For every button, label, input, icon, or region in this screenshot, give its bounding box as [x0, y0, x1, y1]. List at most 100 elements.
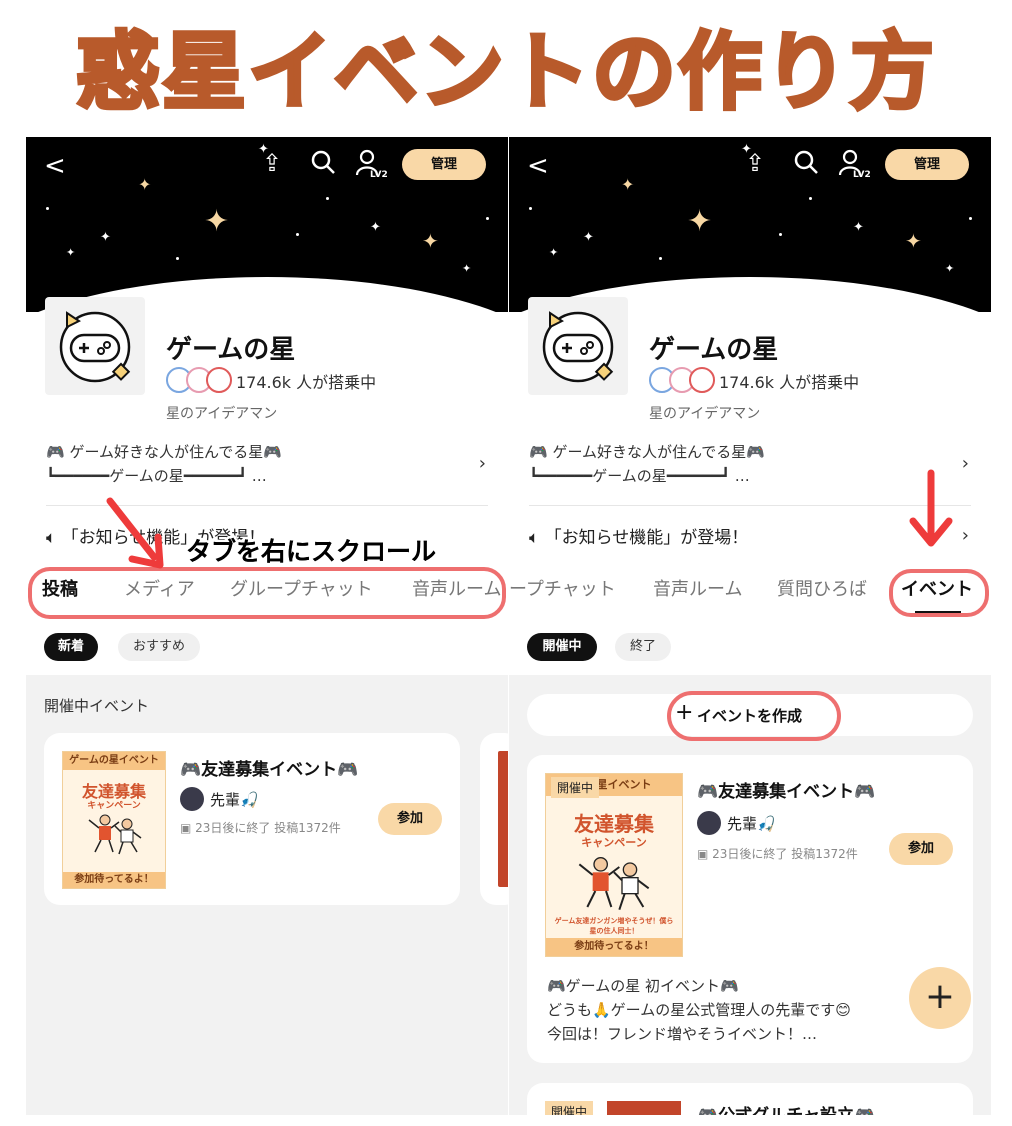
poster-subtitle: キャンペーン	[87, 801, 141, 811]
star-icon: ✦	[422, 229, 439, 253]
status-badge: 開催中	[545, 1101, 594, 1115]
event-meta-text: 23日後に終了 投稿1372件	[712, 847, 858, 861]
arrow-annotation	[909, 469, 953, 547]
left-screen: ✦ ✦ ✦ ✦ ✦ ✦ ✦ ✦ < ⇪ LV2 管理 ゲームの星 174.6k …	[26, 137, 508, 1115]
dancing-figures-illustration	[578, 856, 650, 910]
share-icon[interactable]: ⇪	[262, 149, 282, 177]
search-icon[interactable]	[310, 149, 336, 181]
arrow-annotation	[106, 497, 164, 569]
member-count: 174.6k 人が搭乗中	[236, 373, 377, 392]
event-title: 🎮友達募集イベント🎮	[697, 782, 876, 802]
poster-title: 友達募集	[574, 812, 654, 836]
calendar-icon: ▣	[180, 821, 196, 835]
chip-new[interactable]: 新着	[44, 633, 98, 661]
event-poster: ゲームの星イベント 友達募集 キャンペーン 参加待ってるよ！	[62, 751, 166, 889]
event-card-next[interactable]: 開催中 🎮公式グルチャ設立🎮	[527, 1083, 973, 1115]
event-poster-peek	[607, 1101, 681, 1115]
planet-banner: ✦ ✦ ✦ ✦ ✦ ✦ ✦ ✦ < ⇪ LV2 管理	[26, 137, 508, 312]
chevron-right-icon[interactable]: ›	[962, 525, 969, 546]
planet-owner[interactable]: 星のアイデアマン	[649, 403, 760, 423]
poster-footer: 参加待ってるよ！	[546, 938, 682, 956]
star-dot	[779, 233, 782, 236]
star-dot	[969, 217, 972, 220]
chevron-right-icon[interactable]: ›	[962, 453, 969, 474]
poster-note: ゲーム友達ガンガン増やそうぜ！僕ら星の住人同士！	[554, 917, 674, 935]
chip-recommended[interactable]: おすすめ	[118, 633, 200, 661]
status-badge: 開催中	[551, 777, 600, 798]
event-card[interactable]: 星イベント 友達募集 キャンペーン ゲーム友達ガンガン増やそうぜ！僕ら星の住人同…	[527, 755, 973, 1063]
star-icon: ✦	[549, 246, 559, 259]
star-dot	[486, 217, 489, 220]
event-card-next[interactable]	[480, 733, 508, 905]
star-icon: ✦	[945, 262, 955, 275]
tab-voice-room[interactable]: 音声ルーム	[653, 575, 742, 601]
manage-button[interactable]: 管理	[885, 149, 969, 180]
star-icon: ✦	[621, 175, 635, 194]
star-dot	[529, 207, 532, 210]
chevron-right-icon[interactable]: ›	[479, 453, 486, 474]
event-title: 🎮友達募集イベント🎮	[180, 760, 359, 780]
svg-text:LV2: LV2	[370, 170, 388, 179]
star-icon: ✦	[100, 230, 111, 245]
highlight-ring-tabs	[28, 567, 506, 619]
event-meta: ▣ 23日後に終了 投稿1372件	[697, 845, 858, 862]
event-poster: 星イベント 友達募集 キャンペーン ゲーム友達ガンガン増やそうぜ！僕ら星の住人同…	[545, 773, 683, 957]
join-button[interactable]: 参加	[889, 833, 953, 865]
chip-ended[interactable]: 終了	[615, 633, 671, 661]
star-icon: ✦	[853, 220, 864, 235]
star-icon: ✦	[687, 204, 713, 239]
poster-subtitle: キャンペーン	[581, 836, 647, 849]
star-icon: ✦	[905, 229, 922, 253]
host-avatar	[180, 787, 204, 811]
share-icon[interactable]: ⇪	[745, 149, 765, 177]
speaker-icon: 🔈︎	[529, 528, 545, 548]
star-dot	[296, 233, 299, 236]
add-fab-button[interactable]: +	[909, 967, 971, 1029]
star-icon: ✦	[462, 262, 472, 275]
event-poster-peek	[498, 751, 508, 887]
member-count: 174.6k 人が搭乗中	[719, 373, 860, 392]
star-icon: ✦	[204, 204, 230, 239]
planet-description-line2: ┗━━━━━━ゲームの星━━━━━━┛ …	[46, 467, 267, 485]
notice-banner[interactable]: 🔈︎ 「お知らせ機能」が登場！	[529, 523, 748, 548]
dancing-figures-illustration	[88, 814, 142, 855]
star-dot	[176, 257, 179, 260]
join-button[interactable]: 参加	[378, 803, 442, 835]
event-host: 先輩🎣	[210, 791, 259, 809]
star-dot	[326, 197, 329, 200]
chip-ongoing[interactable]: 開催中	[527, 633, 597, 661]
poster-header: ゲームの星イベント	[63, 752, 165, 770]
back-icon[interactable]: <	[44, 151, 66, 181]
star-dot	[46, 207, 49, 210]
scroll-instruction: タブを右にスクロール	[186, 537, 437, 566]
poster-footer: 参加待ってるよ！	[63, 872, 165, 888]
search-icon[interactable]	[793, 149, 819, 181]
event-host: 先輩🎣	[727, 815, 776, 833]
member-avatar	[689, 367, 715, 393]
host-avatar	[697, 811, 721, 835]
tab-questions[interactable]: 質問ひろば	[777, 575, 867, 601]
planet-description: 🎮 ゲーム好きな人が住んでる星🎮	[529, 443, 765, 461]
event-meta: ▣ 23日後に終了 投稿1372件	[180, 819, 341, 836]
star-icon: ✦	[583, 230, 594, 245]
event-meta-text: 23日後に終了 投稿1372件	[195, 821, 341, 835]
member-avatar	[206, 367, 232, 393]
highlight-ring-create-button	[667, 691, 841, 741]
user-level-icon[interactable]: LV2	[354, 149, 388, 185]
planet-avatar	[528, 297, 628, 395]
manage-button[interactable]: 管理	[402, 149, 486, 180]
event-description-line3: 今回は！フレンド増やそうイベント！…	[547, 1025, 818, 1043]
event-description-line2: どうも🙏ゲームの星公式管理人の先輩です😊	[547, 1001, 851, 1019]
planet-name: ゲームの星	[649, 335, 779, 365]
planet-owner[interactable]: 星のアイデアマン	[166, 403, 277, 423]
svg-text:LV2: LV2	[853, 170, 871, 179]
highlight-ring-event-tab	[889, 569, 989, 617]
star-icon: ✦	[370, 220, 381, 235]
event-card[interactable]: ゲームの星イベント 友達募集 キャンペーン 参加待ってるよ！ 🎮友達募集イベント…	[44, 733, 460, 905]
tab-group-chat[interactable]: ープチャット	[509, 575, 616, 601]
page-title: 惑星イベントの作り方	[74, 21, 936, 123]
back-icon[interactable]: <	[527, 151, 549, 181]
user-level-icon[interactable]: LV2	[837, 149, 871, 185]
event-title: 🎮公式グルチャ設立🎮	[697, 1101, 875, 1115]
star-dot	[809, 197, 812, 200]
